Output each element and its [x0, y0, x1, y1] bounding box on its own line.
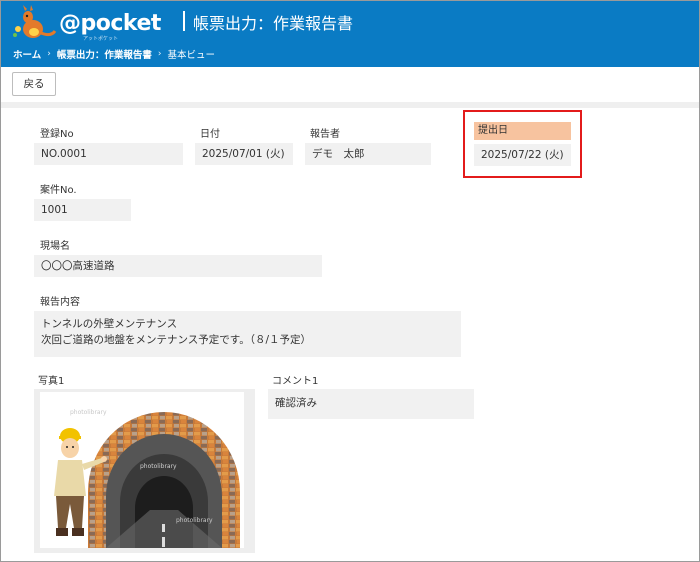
divider-band: [1, 102, 699, 108]
breadcrumb-home[interactable]: ホーム: [13, 47, 41, 61]
case-no-label: 案件No.: [40, 185, 77, 196]
watermark-text: photolibrary: [140, 463, 177, 470]
report-content-value: トンネルの外壁メンテナンス 次回ご道路の地盤をメンテナンス予定です。（８/１予定…: [34, 311, 461, 357]
page-title: 帳票出力：作業報告書: [193, 14, 354, 33]
comment1-value: 確認済み: [268, 389, 474, 419]
photo1-label: 写真1: [38, 376, 65, 387]
kangaroo-logo-icon: [13, 5, 57, 38]
back-button[interactable]: 戻る: [12, 72, 56, 96]
reporter-label: 報告者: [310, 129, 340, 140]
tunnel-worker-image: photolibrary photolibrary photolibrary: [54, 409, 240, 548]
date-label: 日付: [200, 129, 220, 140]
report-content-line1: トンネルの外壁メンテナンス: [41, 318, 178, 330]
logo-subtext: アットポケット: [83, 36, 119, 42]
reg-no-value: NO.0001: [34, 143, 183, 165]
header-separator: [183, 11, 185, 31]
submit-date-value: 2025/07/22 (火): [474, 144, 571, 166]
photo1-image[interactable]: photolibrary photolibrary photolibrary: [40, 392, 244, 548]
case-no-value: 1001: [34, 199, 131, 221]
reporter-value: デモ 太郎: [305, 143, 431, 165]
date-value: 2025/07/01 (火): [195, 143, 293, 165]
report-content-label: 報告内容: [40, 297, 80, 308]
breadcrumb-report[interactable]: 帳票出力：作業報告書: [57, 47, 152, 61]
site-name-label: 現場名: [40, 241, 70, 252]
site-name-value: 〇〇〇高速道路: [34, 255, 322, 277]
reg-no-label: 登録No: [40, 129, 74, 140]
breadcrumb-current: 基本ビュー: [167, 50, 215, 61]
watermark-text: photolibrary: [70, 409, 107, 416]
watermark-text: photolibrary: [176, 517, 213, 524]
logo-text: @pocket: [59, 11, 161, 36]
report-content-line2: 次回ご道路の地盤をメンテナンス予定です。（８/１予定）: [41, 334, 312, 346]
app-logo[interactable]: @pocket アットポケット: [11, 5, 161, 42]
chevron-right-icon: ›: [47, 49, 51, 59]
submit-date-label: 提出日: [474, 122, 571, 140]
chevron-right-icon: ›: [157, 49, 162, 59]
comment1-label: コメント1: [272, 376, 319, 387]
app-header: @pocket アットポケット 帳票出力：作業報告書 ホーム › 帳票出力：作業…: [1, 1, 699, 67]
breadcrumb: ホーム › 帳票出力：作業報告書 › 基本ビュー: [13, 47, 215, 61]
